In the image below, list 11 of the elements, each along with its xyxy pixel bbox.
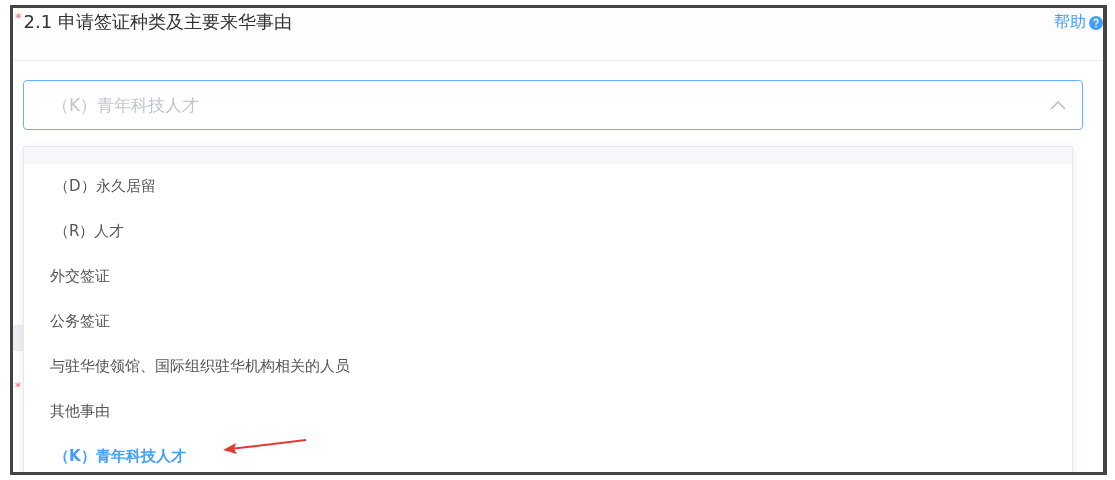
dropdown-option[interactable]: （D）永久居留 <box>24 164 1072 209</box>
help-icon[interactable] <box>1089 16 1103 30</box>
dropdown-option[interactable]: 公务签证 <box>24 299 1072 344</box>
dropdown-option[interactable]: 其他事由 <box>24 389 1072 434</box>
required-mark: * <box>15 380 21 394</box>
caret-icon <box>1050 100 1066 110</box>
required-mark: * <box>15 10 22 25</box>
section-title: 2.1 申请签证种类及主要来华事由 <box>23 10 292 34</box>
dropdown-option[interactable]: （R）人才 <box>24 209 1072 254</box>
dropdown-option[interactable]: 与驻华使领馆、国际组织驻华机构相关的人员 <box>24 344 1072 389</box>
dropdown-option[interactable]: 外交签证 <box>24 254 1072 299</box>
